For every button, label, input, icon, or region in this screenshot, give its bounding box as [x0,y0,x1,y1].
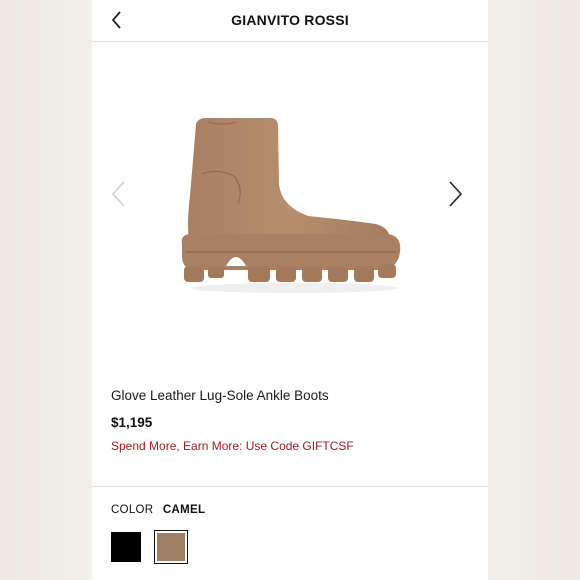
product-info: Glove Leather Lug-Sole Ankle Boots $1,19… [111,388,471,453]
top-bar: GIANVITO ROSSI [92,0,488,42]
promo-link[interactable]: Spend More, Earn More: Use Code GIFTCSF [111,439,471,453]
background-left [0,0,92,580]
color-swatch-camel[interactable] [154,530,188,564]
color-selector-label: COLOR CAMEL [111,504,205,516]
camel-fill [157,533,185,561]
product-image-carousel[interactable] [92,42,488,362]
color-label: COLOR [111,504,154,516]
previous-image-button[interactable] [109,179,131,209]
boot-image [181,118,401,293]
brand-title: GIANVITO ROSSI [231,12,349,28]
color-swatch-black[interactable] [111,532,141,562]
chevron-left-icon [111,181,125,207]
selected-color: CAMEL [162,504,206,516]
product-title: Glove Leather Lug-Sole Ankle Boots [111,388,329,403]
next-image-button[interactable] [444,179,466,209]
divider [92,486,488,487]
product-price: $1,195 [111,415,153,430]
product-page: GIANVITO ROSSI Glove Leather Lug-Sole An… [92,0,488,580]
chevron-right-icon [449,181,463,207]
background-right [488,0,580,580]
